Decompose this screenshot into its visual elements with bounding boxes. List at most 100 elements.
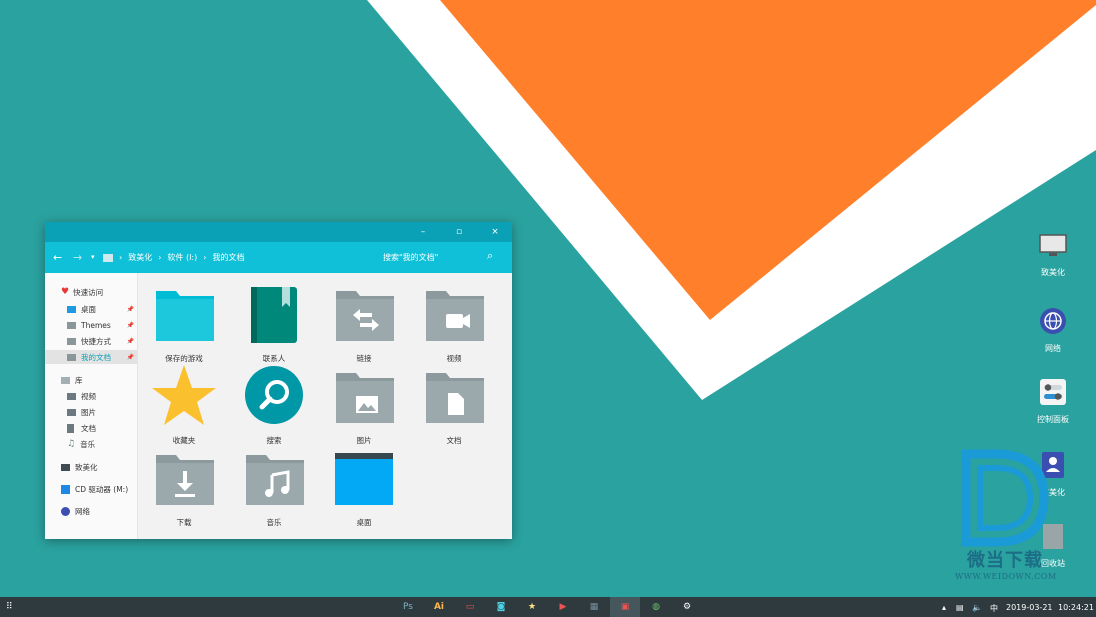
folder-icon bbox=[67, 353, 76, 361]
chevron-right-icon: › bbox=[203, 253, 207, 262]
folder-documents[interactable]: 文档 bbox=[414, 363, 494, 445]
tray-time[interactable]: 10:24:21 bbox=[1058, 603, 1094, 612]
search-input[interactable]: 搜索"我的文档" bbox=[383, 252, 438, 263]
picture-folder-icon bbox=[336, 373, 394, 423]
sidebar-item-label: 我的文档 bbox=[81, 352, 111, 362]
sidebar-item-label: 视频 bbox=[81, 391, 96, 401]
folder-saved-games[interactable]: 保存的游戏 bbox=[144, 281, 224, 363]
gear-icon: ⚙ bbox=[682, 602, 692, 612]
sidebar-item-label: Themes bbox=[81, 320, 111, 330]
watermark-url: WWW.WEIDOWN.COM bbox=[955, 572, 1057, 581]
folder-videos[interactable]: 视频 bbox=[414, 281, 494, 363]
sidebar-item-music[interactable]: ♫ 音乐 bbox=[45, 437, 137, 451]
monitor-icon bbox=[61, 463, 70, 471]
folder-links[interactable]: 链接 bbox=[324, 281, 404, 363]
link-folder-icon bbox=[336, 291, 394, 341]
sidebar-item-themes[interactable]: Themes 📌 bbox=[45, 318, 137, 332]
desktop-folder-icon bbox=[335, 453, 393, 505]
desktop-icon-label: 网络 bbox=[1045, 344, 1061, 353]
taskbar-app-grid[interactable]: ▦ bbox=[579, 597, 609, 617]
taskbar-app-favorites[interactable]: ★ bbox=[517, 597, 547, 617]
sidebar-item-cd-drive[interactable]: CD 驱动器 (M:) bbox=[45, 482, 137, 496]
network-icon[interactable]: ▤ bbox=[956, 603, 964, 612]
folder-desktop[interactable]: 桌面 bbox=[324, 445, 404, 527]
chevron-right-icon: › bbox=[119, 253, 123, 262]
sidebar-item-label: 文档 bbox=[81, 423, 96, 433]
taskbar-app-settings[interactable]: ⚙ bbox=[672, 597, 702, 617]
desktop-icon-control-panel[interactable]: 控制面板 bbox=[1028, 378, 1078, 425]
folder-label: 桌面 bbox=[356, 518, 372, 527]
taskbar-app-illustrator[interactable]: Ai bbox=[424, 597, 454, 617]
music-note-icon: ♫ bbox=[67, 439, 76, 449]
folder-downloads[interactable]: 下载 bbox=[144, 445, 224, 527]
pin-icon: 📌 bbox=[126, 337, 134, 345]
globe-icon bbox=[1040, 308, 1066, 334]
volume-icon[interactable]: 🔈 bbox=[972, 603, 982, 612]
breadcrumb-item[interactable]: 软件 (I:) bbox=[167, 252, 197, 263]
taskbar-app-photoshop[interactable]: Ps bbox=[393, 597, 423, 617]
search-icon[interactable]: ⌕ bbox=[487, 249, 493, 263]
close-button[interactable]: × bbox=[477, 222, 513, 242]
chevron-up-icon[interactable]: ▴ bbox=[942, 603, 946, 612]
star-icon: ★ bbox=[527, 602, 537, 612]
sidebar-item-quick-access[interactable]: ♥ 快速访问 bbox=[61, 285, 137, 299]
tray-date[interactable]: 2019-03-21 bbox=[1006, 603, 1053, 612]
file-list: 保存的游戏 联系人 链接 视频 收藏夹 搜索 图片 文档 下载 音乐 桌面 bbox=[138, 273, 512, 539]
folder-favorites[interactable]: 收藏夹 bbox=[144, 363, 224, 445]
breadcrumb-item[interactable]: 我的文档 bbox=[212, 252, 244, 263]
title-bar[interactable]: – ▫ × bbox=[45, 222, 512, 242]
folder-searches[interactable]: 搜索 bbox=[234, 363, 314, 445]
folder-music[interactable]: 音乐 bbox=[234, 445, 314, 527]
maximize-button[interactable]: ▫ bbox=[441, 222, 477, 242]
taskbar-app-cast[interactable]: ▭ bbox=[455, 597, 485, 617]
music-folder-icon bbox=[246, 455, 304, 505]
taskbar-app-browser[interactable]: ◍ bbox=[641, 597, 671, 617]
cd-drive-icon bbox=[61, 484, 70, 494]
sidebar-item-label: 桌面 bbox=[81, 304, 96, 314]
desktop-icon-computer[interactable]: 致美化 bbox=[1028, 233, 1078, 278]
back-arrow-icon[interactable]: ← bbox=[53, 251, 62, 264]
sidebar-item-desktop[interactable]: 桌面 📌 bbox=[45, 302, 137, 316]
minimize-button[interactable]: – bbox=[405, 222, 441, 242]
desktop-icon-network[interactable]: 网络 bbox=[1028, 307, 1078, 354]
chevron-right-icon: › bbox=[158, 253, 162, 262]
address-bar: ← → ▾ › 致美化 › 软件 (I:) › 我的文档 搜索"我的文档" ⌕ bbox=[45, 242, 512, 273]
sidebar-item-network[interactable]: 网络 bbox=[45, 504, 137, 518]
forward-arrow-icon[interactable]: → bbox=[73, 251, 82, 264]
taskbar-app-camera[interactable]: ◙ bbox=[486, 597, 516, 617]
folder-contacts[interactable]: 联系人 bbox=[234, 281, 314, 363]
sidebar-item-library[interactable]: 库 bbox=[45, 373, 137, 387]
folder-icon bbox=[103, 253, 113, 262]
sidebar-item-pictures[interactable]: 图片 bbox=[45, 405, 137, 419]
taskbar-app-label: Ai bbox=[433, 602, 445, 612]
start-grid-icon[interactable]: ⠿ bbox=[6, 602, 13, 612]
sidebar-item-label: 网络 bbox=[75, 506, 90, 516]
desktop-icon-label: 致美化 bbox=[1041, 268, 1065, 277]
folder-pictures[interactable]: 图片 bbox=[324, 363, 404, 445]
sidebar-item-label: 致美化 bbox=[75, 462, 98, 472]
folder-label: 文档 bbox=[446, 436, 462, 445]
sidebar-item-label: 快速访问 bbox=[73, 287, 104, 297]
chevron-down-icon[interactable]: ▾ bbox=[91, 253, 95, 261]
sidebar-item-videos[interactable]: 视频 bbox=[45, 389, 137, 403]
sidebar-item-documents[interactable]: 文档 bbox=[45, 421, 137, 435]
search-icon bbox=[245, 366, 303, 424]
sidebar-item-label: 音乐 bbox=[80, 439, 96, 449]
library-icon bbox=[61, 376, 70, 384]
taskbar-app-explorer[interactable]: ▣ bbox=[610, 597, 640, 617]
video-icon bbox=[67, 392, 76, 400]
desktop-icon-label: 控制面板 bbox=[1037, 415, 1069, 424]
input-language[interactable]: 中 bbox=[990, 603, 998, 614]
taskbar: ⠿ Ps Ai ▭ ◙ ★ ▶ ▦ ▣ ◍ ⚙ ▴ ▤ 🔈 中 2019-03-… bbox=[0, 597, 1096, 617]
sidebar-item-my-documents[interactable]: 我的文档 📌 bbox=[45, 350, 137, 364]
sidebar-item-this-pc[interactable]: 致美化 bbox=[45, 460, 137, 474]
taskbar-app-video[interactable]: ▶ bbox=[548, 597, 578, 617]
sidebar-item-shortcuts[interactable]: 快捷方式 📌 bbox=[45, 334, 137, 348]
toggle-switches-icon bbox=[1040, 379, 1066, 405]
grid-icon: ▦ bbox=[589, 602, 599, 612]
play-icon: ▶ bbox=[559, 602, 567, 612]
video-folder-icon bbox=[426, 291, 484, 341]
globe-icon: ◍ bbox=[652, 602, 660, 612]
taskbar-app-label: Ps bbox=[403, 602, 413, 612]
breadcrumb-item[interactable]: 致美化 bbox=[128, 252, 152, 263]
